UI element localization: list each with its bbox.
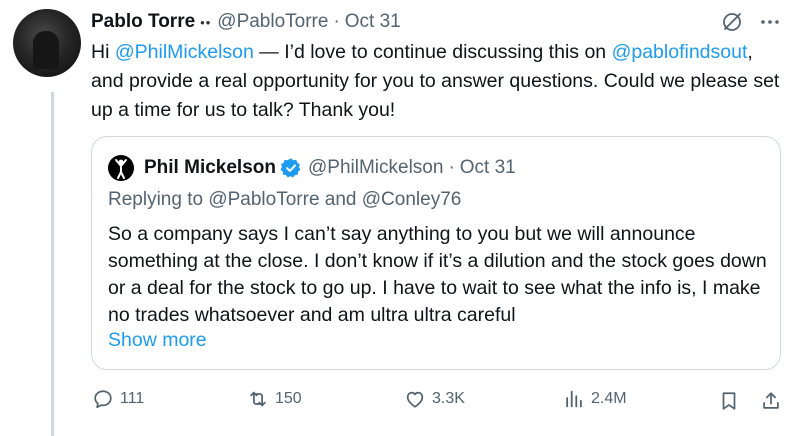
repost-count: 150 [275, 390, 302, 407]
quote-author-handle[interactable]: @PhilMickelson [308, 157, 443, 179]
show-more-link[interactable]: Show more [108, 329, 207, 352]
author-name[interactable]: Pablo Torre [91, 11, 195, 33]
views-count: 2.4M [591, 390, 627, 407]
mention-philmickelson[interactable]: @PhilMickelson [115, 41, 254, 63]
avatar[interactable] [13, 9, 81, 77]
tweet-header: Pablo Torre •• @PabloTorre · Oct 31 [91, 10, 401, 34]
thread-line [51, 92, 54, 436]
mention-pablofindsout[interactable]: @pablofindsout [612, 41, 748, 63]
reply-button[interactable]: 111 [92, 388, 144, 410]
quote-header: Phil Mickelson @PhilMickelson · Oct 31 [108, 155, 516, 181]
reply-icon [94, 390, 112, 409]
tweet-text-part: Hi [91, 41, 115, 63]
tweet-date[interactable]: Oct 31 [345, 11, 401, 33]
more-icon[interactable] [758, 10, 782, 34]
replying-to: Replying to @PabloTorre and @Conley76 [108, 189, 462, 210]
views-icon [566, 390, 582, 408]
quote-date[interactable]: Oct 31 [460, 157, 516, 179]
tweet-text-part: — I’d love to continue discussing this o… [253, 41, 612, 63]
quote-text: So a company says I can’t say anything t… [108, 223, 767, 326]
quote-avatar[interactable] [108, 155, 134, 181]
repost-icon [250, 391, 266, 407]
repost-button[interactable]: 150 [247, 388, 302, 410]
grok-icon[interactable] [720, 10, 744, 34]
author-handle[interactable]: @PabloTorre [217, 11, 328, 33]
verified-badge-icon [280, 158, 301, 178]
tweet-text: Hi @PhilMickelson — I’d love to continue… [91, 38, 781, 125]
share-icon[interactable] [760, 390, 782, 412]
author-emoji: •• [200, 14, 212, 30]
views-button[interactable]: 2.4M [563, 388, 627, 410]
separator: · [333, 11, 340, 32]
quote-separator: · [448, 157, 455, 178]
quote-tweet[interactable]: Phil Mickelson @PhilMickelson · Oct 31 R… [91, 136, 781, 370]
action-bar: 111 150 3.3K 2.4M [0, 388, 798, 414]
like-count: 3.3K [432, 390, 465, 407]
bookmark-icon[interactable] [718, 390, 740, 412]
quote-author-name[interactable]: Phil Mickelson [144, 157, 276, 179]
like-button[interactable]: 3.3K [404, 388, 465, 410]
like-icon [406, 391, 424, 408]
reply-count: 111 [120, 390, 145, 407]
